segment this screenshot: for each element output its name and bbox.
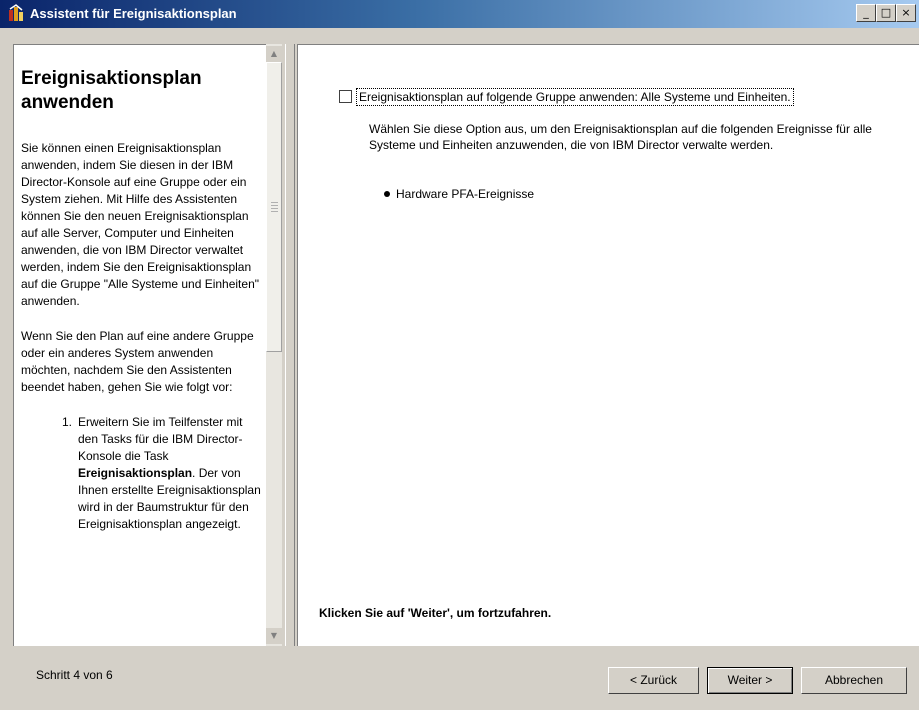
help-scrollbar[interactable]: ▲ ▼ [266, 44, 282, 646]
bullet-icon [384, 190, 390, 197]
step-indicator: Schritt 4 von 6 [36, 668, 113, 682]
maximize-button[interactable]: □ [876, 4, 896, 22]
next-button[interactable]: Weiter > [707, 667, 793, 694]
window-title: Assistent für Ereignisaktionsplan [30, 6, 237, 21]
cancel-button[interactable]: Abbrechen [801, 667, 907, 694]
apply-group-checkbox[interactable] [339, 90, 352, 103]
help-pane: Ereignisaktionsplan anwenden Sie können … [13, 44, 266, 646]
scroll-thumb[interactable] [266, 62, 282, 352]
continue-hint: Klicken Sie auf 'Weiter', um fortzufahre… [319, 606, 552, 620]
title-bar[interactable]: Assistent für Ereignisaktionsplan _ □ × [0, 0, 919, 28]
apply-group-checkbox-label[interactable]: Ereignisaktionsplan auf folgende Gruppe … [356, 88, 794, 106]
scroll-down-icon[interactable]: ▼ [266, 628, 282, 644]
help-steps-list: 1. Erweitern Sie im Teilfenster mit den T… [21, 414, 264, 533]
step-number: 1. [62, 415, 73, 429]
minimize-button[interactable]: _ [856, 4, 876, 22]
help-heading: Ereignisaktionsplan anwenden [21, 68, 202, 113]
option-description: Wählen Sie diese Option aus, um den Erei… [369, 122, 872, 152]
scroll-up-icon[interactable]: ▲ [266, 46, 282, 62]
step-text: Erweitern Sie im Teilfenster mit den Tas… [78, 415, 243, 463]
event-name: Hardware PFA-Ereignisse [396, 187, 535, 201]
pane-splitter[interactable] [285, 44, 295, 646]
back-button[interactable]: < Zurück [608, 667, 699, 694]
list-item: 1. Erweitern Sie im Teilfenster mit den T… [21, 414, 264, 533]
wizard-window: Assistent für Ereignisaktionsplan _ □ × … [0, 0, 919, 710]
options-pane: Ereignisaktionsplan auf folgende Gruppe … [297, 44, 919, 646]
help-paragraph: Sie können einen Ereignisaktionsplan anw… [21, 141, 259, 308]
close-button[interactable]: × [896, 4, 916, 22]
help-paragraph: Wenn Sie den Plan auf eine andere Gruppe… [21, 329, 254, 394]
step-task-name: Ereignisaktionsplan [78, 466, 193, 480]
list-item: Hardware PFA-Ereignisse [384, 186, 534, 202]
help-content: Ereignisaktionsplan anwenden Sie können … [21, 67, 264, 533]
app-icon [9, 4, 23, 21]
